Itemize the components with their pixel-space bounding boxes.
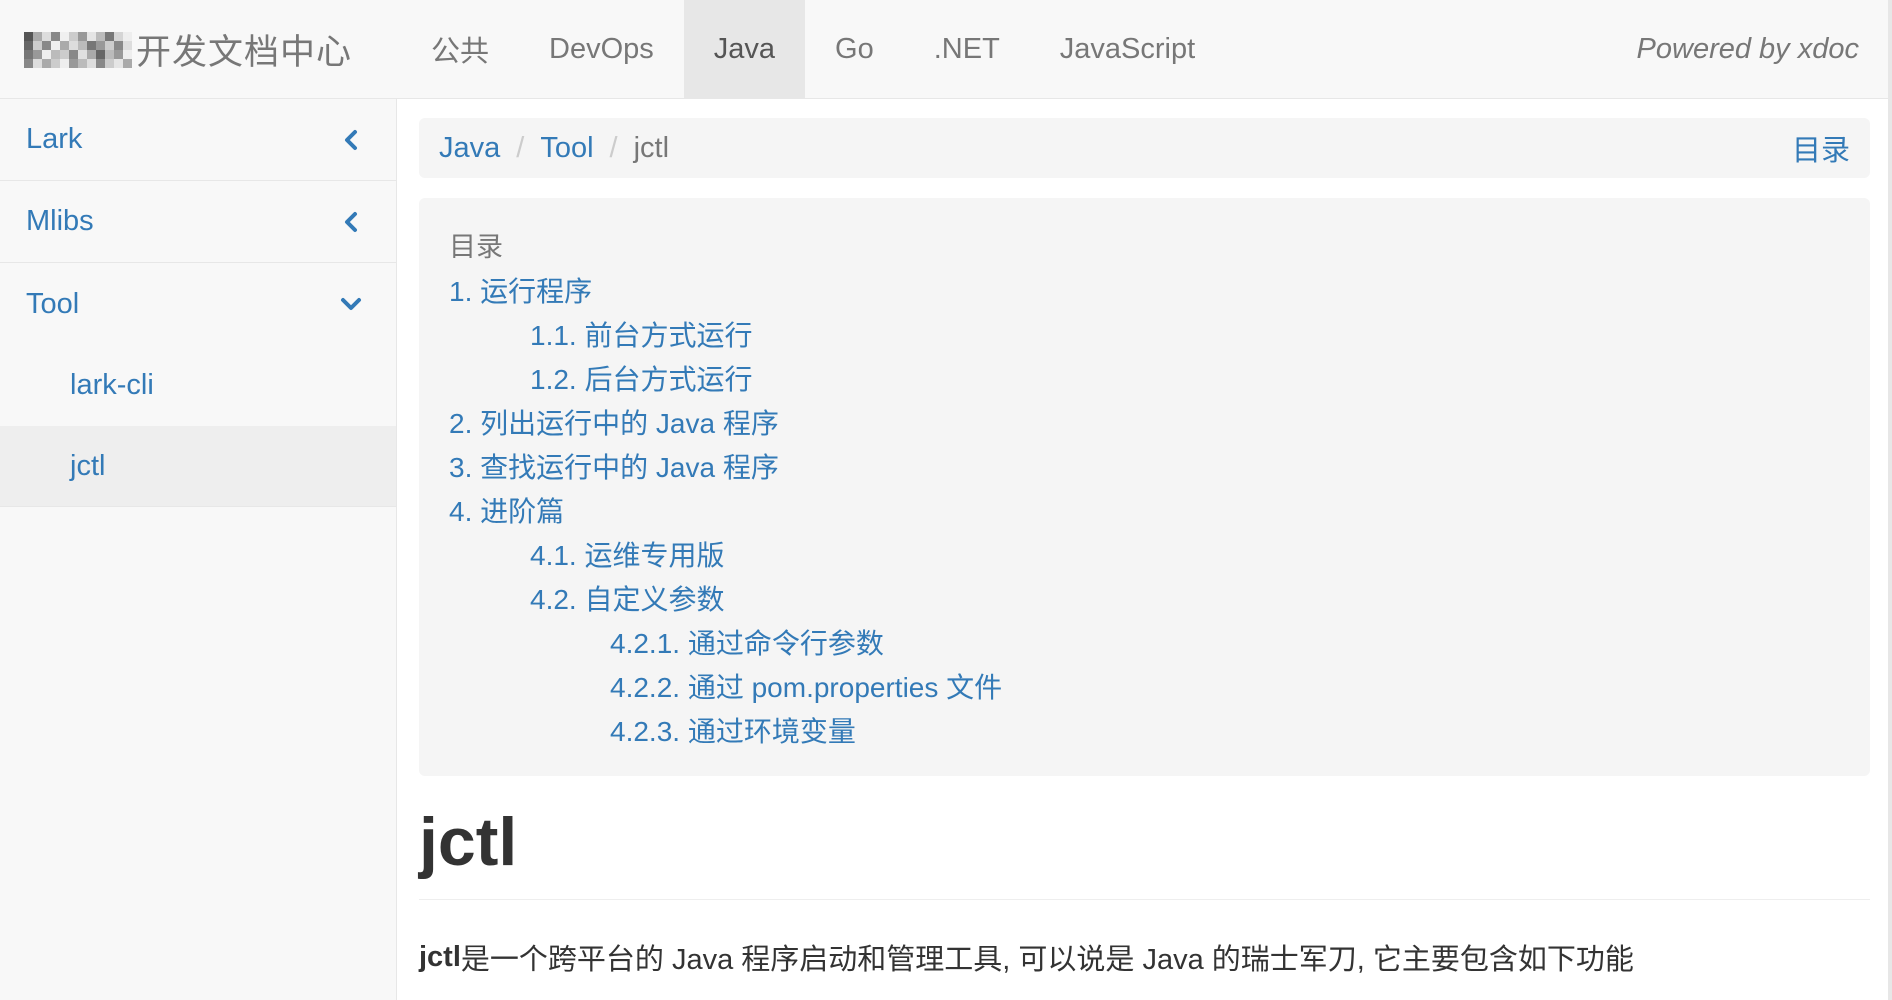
toc-title: 目录 [449, 231, 503, 262]
toc-list: 1. 运行程序 1.1. 前台方式运行 1.2. 后台方式运行 2. 列出运行中… [449, 268, 1840, 752]
breadcrumb-separator: / [609, 131, 618, 164]
sidebar: Lark Mlibs Tool lark-cli jctl [0, 99, 397, 1000]
scrollbar-track[interactable] [1888, 0, 1892, 99]
powered-by-text: Powered by xdoc [1636, 32, 1859, 65]
breadcrumb: Java / Tool / jctl 目录 [419, 118, 1870, 178]
nav-item-java[interactable]: Java [683, 0, 806, 98]
nav-item-go[interactable]: Go [805, 0, 904, 98]
intro-text: 是一个跨平台的 Java 程序启动和管理工具, 可以说是 Java 的瑞士军刀,… [460, 944, 1634, 976]
toc-entry[interactable]: 4.2.1. 通过命令行参数 [449, 620, 1840, 664]
top-navbar: 开发文档中心 公共 DevOps Java Go .NET JavaScript… [0, 0, 1892, 99]
toc-entry[interactable]: 4.2.3. 通过环境变量 [449, 708, 1840, 752]
sidebar-subitem-lark-cli[interactable]: lark-cli [0, 345, 396, 426]
brand-logo-pixelated [24, 31, 132, 68]
toc-entry[interactable]: 4. 进阶篇 [449, 488, 1840, 532]
main-nav: 公共 DevOps Java Go .NET JavaScript [401, 0, 1225, 98]
sidebar-item-label: Mlibs [26, 205, 94, 237]
scrollbar-track[interactable] [1888, 99, 1892, 1000]
brand[interactable]: 开发文档中心 [24, 0, 352, 99]
breadcrumb-link-tool[interactable]: Tool [540, 132, 593, 165]
brand-title[interactable]: 开发文档中心 [136, 24, 352, 75]
nav-item-dotnet[interactable]: .NET [904, 0, 1030, 98]
intro-term: jctl [419, 940, 461, 973]
breadcrumb-separator: / [516, 131, 525, 164]
breadcrumb-link-java[interactable]: Java [439, 132, 500, 165]
intro-paragraph: jctl 是一个跨平台的 Java 程序启动和管理工具, 可以说是 Java 的… [419, 937, 1634, 977]
toc-entry[interactable]: 2. 列出运行中的 Java 程序 [449, 400, 1840, 444]
page-title: jctl [419, 804, 518, 880]
sidebar-subitem-jctl[interactable]: jctl [0, 426, 396, 507]
sidebar-item-tool[interactable]: Tool [0, 263, 396, 345]
nav-item-javascript[interactable]: JavaScript [1030, 0, 1225, 98]
nav-item-devops[interactable]: DevOps [519, 0, 684, 98]
sidebar-item-label: Tool [26, 287, 80, 320]
main-content: Java / Tool / jctl 目录 目录 1. 运行程序 1.1. 前台… [419, 99, 1870, 1000]
toc-entry[interactable]: 4.2.2. 通过 pom.properties 文件 [449, 664, 1840, 708]
toc-entry[interactable]: 1. 运行程序 [449, 268, 1840, 312]
table-of-contents: 目录 1. 运行程序 1.1. 前台方式运行 1.2. 后台方式运行 2. 列出… [419, 198, 1870, 776]
sidebar-item-lark[interactable]: Lark [0, 99, 396, 181]
breadcrumb-current: jctl [633, 131, 670, 164]
toc-entry[interactable]: 4.2. 自定义参数 [449, 576, 1840, 620]
chevron-down-icon [341, 298, 361, 310]
toc-entry[interactable]: 1.1. 前台方式运行 [449, 312, 1840, 356]
toc-entry[interactable]: 4.1. 运维专用版 [449, 532, 1840, 576]
toc-entry[interactable]: 1.2. 后台方式运行 [449, 356, 1840, 400]
sidebar-item-mlibs[interactable]: Mlibs [0, 181, 396, 263]
chevron-left-icon [345, 129, 357, 150]
toc-entry[interactable]: 3. 查找运行中的 Java 程序 [449, 444, 1840, 488]
sidebar-item-label: Lark [26, 123, 83, 155]
chevron-left-icon [345, 211, 357, 232]
title-divider [419, 899, 1870, 900]
toc-toggle-link[interactable]: 目录 [1792, 118, 1850, 178]
nav-item-common[interactable]: 公共 [401, 0, 519, 98]
